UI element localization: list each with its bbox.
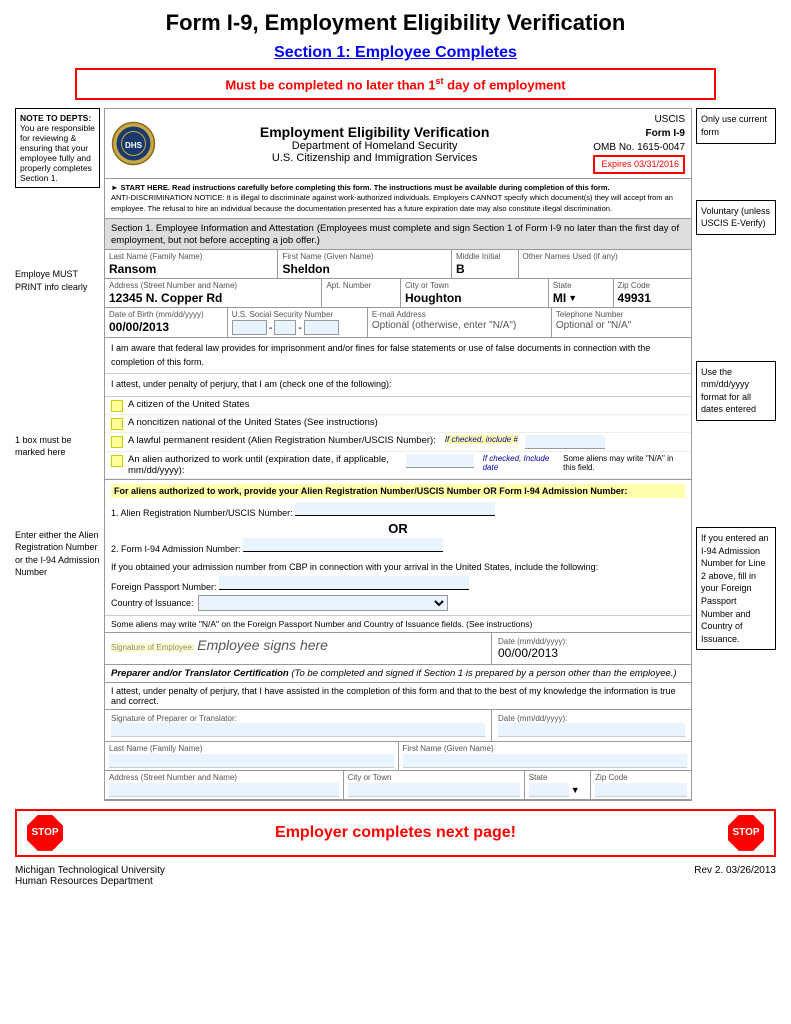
line2-i94: 2. Form I-94 Admission Number: <box>111 538 685 554</box>
bottom-bar: STOP Employer completes next page! STOP <box>15 809 776 857</box>
preparer-last-name-cell: Last Name (Family Name) <box>105 742 399 770</box>
preparer-name-row: Last Name (Family Name) First Name (Give… <box>105 742 691 771</box>
preparer-first-name-cell: First Name (Given Name) <box>399 742 692 770</box>
only-use-current: Only use current form <box>696 108 776 143</box>
middle-initial-cell: Middle Initial B <box>452 250 519 278</box>
notice-text: ► START HERE. Read instructions carefull… <box>105 179 691 220</box>
noncitizen-checkbox[interactable] <box>111 418 123 430</box>
preparer-sig-cell: Signature of Preparer or Translator: <box>105 710 492 741</box>
some-aliens-fp-note: Some aliens may write "N/A" on the Forei… <box>105 615 691 632</box>
section1-header: Section 1. Employee Information and Atte… <box>105 219 691 250</box>
citizen-checkbox[interactable] <box>111 400 123 412</box>
i94-section: If you obtained your admission number fr… <box>105 558 691 615</box>
attestation-attest-text: I attest, under penalty of perjury, that… <box>105 374 691 397</box>
note-to-depts: NOTE TO DEPTS: You are responsible for r… <box>15 108 100 188</box>
preparer-header: Preparer and/or Translator Certification… <box>105 665 691 683</box>
line1-alien: 1. Alien Registration Number/USCIS Numbe… <box>111 502 685 518</box>
form-area: DHS Employment Eligibility Verification … <box>104 108 692 801</box>
preparer-attest: I attest, under penalty of perjury, that… <box>105 683 691 710</box>
must-complete-box: Must be completed no later than 1st day … <box>75 68 716 100</box>
phone-cell: Telephone Number Optional or "N/A" <box>552 308 691 337</box>
svg-text:DHS: DHS <box>125 141 143 150</box>
uscis-header: DHS Employment Eligibility Verification … <box>105 109 691 179</box>
country-select[interactable] <box>198 595 448 611</box>
i94-input[interactable] <box>243 538 443 552</box>
address-cell: Address (Street Number and Name) 12345 N… <box>105 279 322 307</box>
first-name-cell: First Name (Given Name) Sheldon <box>278 250 451 278</box>
address-row: Address (Street Number and Name) 12345 N… <box>105 279 691 308</box>
preparer-last-name-input[interactable] <box>109 754 394 768</box>
dob-cell: Date of Birth (mm/dd/yyyy) 00/00/2013 <box>105 308 228 337</box>
alien-reg-input[interactable] <box>295 502 495 516</box>
i94-note: If you entered an I-94 Admission Number … <box>696 527 776 650</box>
employee-signature: Employee signs here <box>197 637 328 653</box>
lawful-resident-checkbox[interactable] <box>111 436 123 448</box>
expires-box: Expires 03/31/2016 <box>593 155 685 174</box>
if-checked-date: If checked, Include date <box>483 454 555 472</box>
right-annotations: Only use current form Voluntary (unless … <box>696 108 776 801</box>
or-label: OR <box>111 521 685 536</box>
employee-must-print: Employe MUST PRINT info clearly <box>15 268 100 293</box>
if-checked-number: If checked, include # <box>445 435 518 444</box>
apt-cell: Apt. Number <box>322 279 400 307</box>
footer: Michigan Technological University Human … <box>15 865 776 887</box>
uscis-right-info: USCIS Form I-9 OMB No. 1615-0047 Expires… <box>593 113 685 174</box>
zip-cell: Zip Code 49931 <box>614 279 691 307</box>
employer-next-text: Employer completes next page! <box>275 824 516 842</box>
signature-row: Signature of Employee: Employee signs he… <box>105 632 691 665</box>
preparer-zip-input[interactable] <box>595 783 687 797</box>
preparer-state-input[interactable] <box>529 783 569 797</box>
footer-right: Rev 2. 03/26/2013 <box>694 865 776 887</box>
left-annotations: NOTE TO DEPTS: You are responsible for r… <box>15 108 100 801</box>
page-title: Form I-9, Employment Eligibility Verific… <box>15 10 776 36</box>
stop-sign-left: STOP <box>27 815 63 851</box>
mmddyyyy-note: Use the mm/dd/yyyy format for all dates … <box>696 361 776 421</box>
some-aliens-note: Some aliens may write "N/A" in this fiel… <box>563 454 685 472</box>
dob-ssn-row: Date of Birth (mm/dd/yyyy) 00/00/2013 U.… <box>105 308 691 338</box>
city-cell: City or Town Houghton <box>401 279 549 307</box>
preparer-address-input[interactable] <box>109 783 339 797</box>
preparer-address-row: Address (Street Number and Name) City or… <box>105 771 691 800</box>
preparer-address-cell: Address (Street Number and Name) <box>105 771 344 799</box>
checkbox-lawful-resident[interactable]: A lawful permanent resident (Alien Regis… <box>105 433 691 452</box>
alien-authorized-checkbox[interactable] <box>111 455 123 467</box>
last-name-cell: Last Name (Family Name) Ransom <box>105 250 278 278</box>
enter-alien-note: Enter either the Alien Registration Numb… <box>15 529 100 579</box>
state-cell: State MI ▼ <box>549 279 614 307</box>
preparer-city-input[interactable] <box>348 783 520 797</box>
preparer-sig-row: Signature of Preparer or Translator: Dat… <box>105 710 691 742</box>
other-names-cell: Other Names Used (if any) <box>519 250 691 278</box>
preparer-date-input[interactable] <box>498 723 685 737</box>
alien-auth-text: For aliens authorized to work, provide y… <box>111 484 685 498</box>
email-cell: E-mail Address Optional (otherwise, ente… <box>368 308 552 337</box>
checkbox-alien-authorized[interactable]: An alien authorized to work until (expir… <box>105 452 691 479</box>
uscis-logo-icon: DHS <box>111 121 156 166</box>
preparer-zip-cell: Zip Code <box>591 771 691 799</box>
stop-sign-right: STOP <box>728 815 764 851</box>
preparer-first-name-input[interactable] <box>403 754 688 768</box>
one-box-must: 1 box must be marked here <box>15 434 100 459</box>
preparer-city-cell: City or Town <box>344 771 525 799</box>
signature-date-cell: Date (mm/dd/yyyy): 00/00/2013 <box>492 633 691 664</box>
form-header-center: Employment Eligibility Verification Depa… <box>164 124 585 164</box>
signature-cell: Signature of Employee: Employee signs he… <box>105 633 492 664</box>
attestation-aware-text: I am aware that federal law provides for… <box>105 338 691 374</box>
footer-left: Michigan Technological University Human … <box>15 865 165 887</box>
checkbox-citizen[interactable]: A citizen of the United States <box>105 397 691 415</box>
voluntary-note: Voluntary (unless USCIS E-Verify) <box>696 200 776 235</box>
foreign-passport-input[interactable] <box>219 576 469 590</box>
name-row: Last Name (Family Name) Ransom First Nam… <box>105 250 691 279</box>
checkbox-noncitizen[interactable]: A noncitizen national of the United Stat… <box>105 415 691 433</box>
ssn-cell: U.S. Social Security Number - - <box>228 308 368 337</box>
preparer-sig-input[interactable] <box>111 723 485 737</box>
preparer-date-cell: Date (mm/dd/yyyy): <box>492 710 691 741</box>
preparer-state-cell: State ▼ <box>525 771 591 799</box>
alien-section: For aliens authorized to work, provide y… <box>105 479 691 558</box>
section-heading: Section 1: Employee Completes <box>15 44 776 62</box>
